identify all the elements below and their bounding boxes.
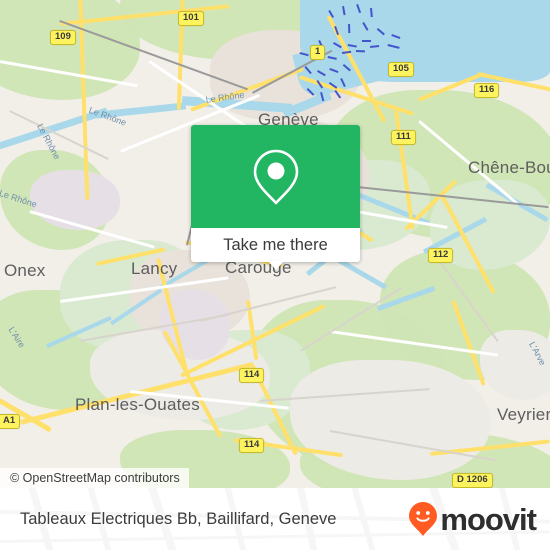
road-shield-111: 111 (391, 130, 416, 145)
road-shield-d1206: D 1206 (452, 473, 493, 488)
moovit-logo[interactable]: moovit (408, 488, 537, 550)
card-icon-area (191, 125, 360, 228)
road-shield-109: 109 (50, 30, 76, 45)
road-shield-105: 105 (388, 62, 414, 77)
take-me-there-button[interactable]: Take me there (191, 228, 360, 262)
road-shield-116: 116 (474, 83, 500, 98)
footer-bar: Tableaux Electriques Bb, Baillifard, Gen… (0, 488, 550, 550)
road-shield-1: 1 (310, 45, 326, 60)
page-title: Tableaux Electriques Bb, Baillifard, Gen… (20, 488, 336, 550)
moovit-smiley-pin-icon (409, 502, 438, 536)
card-pointer-tail (268, 261, 284, 270)
moovit-wordmark: moovit (440, 501, 537, 537)
osm-attribution[interactable]: © OpenStreetMap contributors (0, 468, 189, 488)
take-me-there-card[interactable]: Take me there (191, 125, 360, 262)
road-shield-a1: A1 (0, 414, 21, 429)
map-page: Le Rhône Le Rhône Le Rhône Le Rhône L'Ai… (0, 0, 550, 550)
road-shield-112: 112 (428, 248, 454, 263)
road-shield-114: 114 (239, 438, 265, 453)
take-me-there-label: Take me there (223, 235, 328, 254)
map-pin-icon (253, 149, 298, 204)
road-shield-114: 114 (239, 368, 265, 383)
page-title-text: Tableaux Electriques Bb, Baillifard, Gen… (20, 509, 337, 528)
road-shield-101: 101 (178, 11, 204, 26)
osm-attribution-text: © OpenStreetMap contributors (10, 471, 180, 485)
